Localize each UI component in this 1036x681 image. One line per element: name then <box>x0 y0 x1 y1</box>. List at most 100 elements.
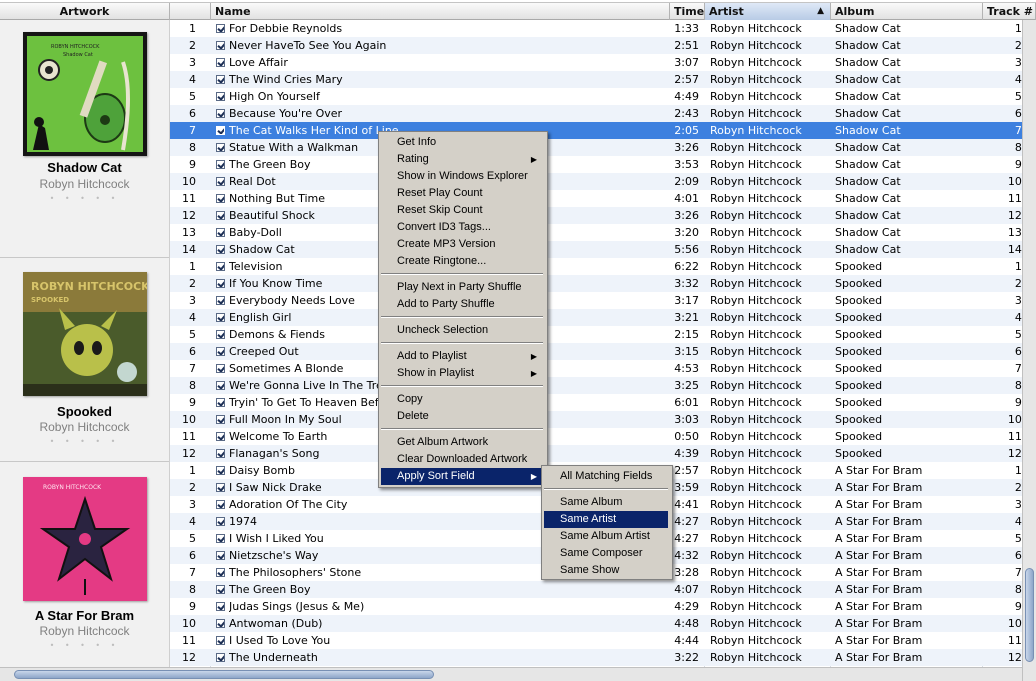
track-checkbox[interactable] <box>216 364 225 373</box>
horizontal-scrollbar-thumb[interactable] <box>14 670 434 679</box>
menu-item-rating[interactable]: Rating ▶ <box>381 151 543 168</box>
track-checkbox[interactable] <box>216 92 225 101</box>
track-checkbox[interactable] <box>216 636 225 645</box>
track-row[interactable]: 8 Statue With a Walkman 3:26 Robyn Hitchcoc… <box>170 139 1036 156</box>
header-artwork[interactable]: Artwork <box>0 3 170 20</box>
track-row[interactable]: 9 Tryin' To Get To Heaven Before 6:01 Robyn… <box>170 394 1036 411</box>
horizontal-scrollbar[interactable] <box>0 667 1022 681</box>
track-checkbox[interactable] <box>216 432 225 441</box>
track-checkbox[interactable] <box>216 143 225 152</box>
track-checkbox[interactable] <box>216 517 225 526</box>
track-checkbox[interactable] <box>216 534 225 543</box>
vertical-scrollbar[interactable] <box>1022 20 1036 681</box>
header-checkbox-column[interactable] <box>170 3 211 20</box>
track-row[interactable]: 3 Everybody Needs Love 3:17 Robyn Hitchcock… <box>170 292 1036 309</box>
track-checkbox[interactable] <box>216 602 225 611</box>
track-row[interactable]: 10 Antwoman (Dub) 4:48 Robyn Hitchcock A Sta… <box>170 615 1036 632</box>
track-row-selected[interactable]: 7 The Cat Walks Her Kind of Line 2:05 Robyn… <box>170 122 1036 139</box>
menu-item-same-album[interactable]: Same Album <box>544 494 668 511</box>
track-checkbox[interactable] <box>216 619 225 628</box>
track-checkbox[interactable] <box>216 211 225 220</box>
album-cover-shadow-cat[interactable]: ROBYN HITCHCOCK Shadow Cat <box>23 32 147 156</box>
menu-item-show-in-windows-explorer[interactable]: Show in Windows Explorer <box>381 168 543 185</box>
track-checkbox[interactable] <box>216 228 225 237</box>
album-group-shadow-cat[interactable]: ROBYN HITCHCOCK Shadow Cat Shadow Cat Ro… <box>0 20 169 258</box>
album-cover-a-star-for-bram[interactable]: ROBYN HITCHCOCK <box>23 477 147 601</box>
track-checkbox[interactable] <box>216 245 225 254</box>
track-row[interactable]: 8 The Green Boy 4:07 Robyn Hitchcock A Star … <box>170 581 1036 598</box>
album-cover-spooked[interactable]: ROBYN HITCHCOCK SPOOKED <box>23 272 147 396</box>
menu-item-add-to-party-shuffle[interactable]: Add to Party Shuffle <box>381 296 543 313</box>
track-row[interactable]: 5 Demons & Fiends 2:15 Robyn Hitchcock Spook… <box>170 326 1036 343</box>
track-checkbox[interactable] <box>216 653 225 662</box>
track-checkbox[interactable] <box>216 24 225 33</box>
track-checkbox[interactable] <box>216 194 225 203</box>
header-track-number[interactable]: Track # <box>983 3 1036 20</box>
track-checkbox[interactable] <box>216 126 225 135</box>
menu-item-all-matching-fields[interactable]: All Matching Fields <box>544 468 668 485</box>
album-rating-dots[interactable]: • • • • • <box>0 437 169 446</box>
track-row[interactable]: 12 The Underneath 3:22 Robyn Hitchcock A Sta… <box>170 649 1036 666</box>
track-row[interactable]: 3 Love Affair 3:07 Robyn Hitchcock Shadow Ca… <box>170 54 1036 71</box>
track-row[interactable]: 11 I Used To Love You 4:44 Robyn Hitchcock A… <box>170 632 1036 649</box>
track-checkbox[interactable] <box>216 551 225 560</box>
track-row[interactable]: 6 Because You're Over 2:43 Robyn Hitchcock S… <box>170 105 1036 122</box>
menu-item-apply-sort-field[interactable]: Apply Sort Field ▶ <box>381 468 543 485</box>
track-checkbox[interactable] <box>216 279 225 288</box>
menu-item-convert-id3-tags[interactable]: Convert ID3 Tags... <box>381 219 543 236</box>
track-checkbox[interactable] <box>216 449 225 458</box>
menu-item-copy[interactable]: Copy <box>381 391 543 408</box>
track-row[interactable]: 2 If You Know Time 3:32 Robyn Hitchcock Spoo… <box>170 275 1036 292</box>
menu-item-delete[interactable]: Delete <box>381 408 543 425</box>
track-row[interactable]: 11 Welcome To Earth 0:50 Robyn Hitchcock Spo… <box>170 428 1036 445</box>
track-checkbox[interactable] <box>216 466 225 475</box>
track-row[interactable]: 5 High On Yourself 4:49 Robyn Hitchcock Shad… <box>170 88 1036 105</box>
track-checkbox[interactable] <box>216 347 225 356</box>
header-time[interactable]: Time <box>670 3 705 20</box>
menu-item-add-to-playlist[interactable]: Add to Playlist ▶ <box>381 348 543 365</box>
track-row[interactable]: 4 The Wind Cries Mary 2:57 Robyn Hitchcock S… <box>170 71 1036 88</box>
track-row[interactable]: 13 Baby-Doll 3:20 Robyn Hitchcock Shadow Cat… <box>170 224 1036 241</box>
album-rating-dots[interactable]: • • • • • <box>0 641 169 650</box>
track-row[interactable]: 2 Never HaveTo See You Again 2:51 Robyn Hit… <box>170 37 1036 54</box>
track-row[interactable]: 1 For Debbie Reynolds 1:33 Robyn Hitchcock S… <box>170 20 1036 37</box>
menu-item-create-ringtone[interactable]: Create Ringtone... <box>381 253 543 270</box>
track-row[interactable]: 12 Flanagan's Song 4:39 Robyn Hitchcock Spoo… <box>170 445 1036 462</box>
menu-item-same-show[interactable]: Same Show <box>544 562 668 579</box>
track-checkbox[interactable] <box>216 41 225 50</box>
menu-item-show-in-playlist[interactable]: Show in Playlist ▶ <box>381 365 543 382</box>
track-checkbox[interactable] <box>216 177 225 186</box>
track-row[interactable]: 10 Full Moon In My Soul 3:03 Robyn Hitchcoc… <box>170 411 1036 428</box>
track-checkbox[interactable] <box>216 58 225 67</box>
track-checkbox[interactable] <box>216 483 225 492</box>
track-row[interactable]: 7 Sometimes A Blonde 4:53 Robyn Hitchcock Sp… <box>170 360 1036 377</box>
track-checkbox[interactable] <box>216 262 225 271</box>
track-checkbox[interactable] <box>216 109 225 118</box>
track-checkbox[interactable] <box>216 585 225 594</box>
track-row[interactable]: 8 We're Gonna Live In The Trees 3:25 Robyn … <box>170 377 1036 394</box>
track-checkbox[interactable] <box>216 500 225 509</box>
menu-item-get-album-artwork[interactable]: Get Album Artwork <box>381 434 543 451</box>
track-checkbox[interactable] <box>216 398 225 407</box>
track-row[interactable]: 12 Beautiful Shock 3:26 Robyn Hitchcock Shad… <box>170 207 1036 224</box>
track-row[interactable]: 11 Nothing But Time 4:01 Robyn Hitchcock Sha… <box>170 190 1036 207</box>
track-checkbox[interactable] <box>216 415 225 424</box>
album-rating-dots[interactable]: • • • • • <box>0 194 169 203</box>
track-row[interactable]: 1Television6:22Robyn HitchcockSpooked1 o… <box>170 258 1036 275</box>
menu-item-uncheck-selection[interactable]: Uncheck Selection <box>381 322 543 339</box>
track-row[interactable]: 10 Real Dot 2:09 Robyn Hitchcock Shadow Cat 1… <box>170 173 1036 190</box>
vertical-scrollbar-thumb[interactable] <box>1025 568 1034 662</box>
menu-item-same-composer[interactable]: Same Composer <box>544 545 668 562</box>
header-name[interactable]: Name <box>211 3 670 20</box>
menu-item-same-album-artist[interactable]: Same Album Artist <box>544 528 668 545</box>
track-row[interactable]: 9 The Green Boy 3:53 Robyn Hitchcock Shadow … <box>170 156 1036 173</box>
track-checkbox[interactable] <box>216 296 225 305</box>
album-group-spooked[interactable]: ROBYN HITCHCOCK SPOOKED Spooked Robyn Hi… <box>0 258 169 462</box>
track-row[interactable]: 9 Judas Sings (Jesus & Me) 4:29 Robyn Hitch… <box>170 598 1036 615</box>
track-row[interactable]: 4 English Girl 3:21 Robyn Hitchcock Spooked 4… <box>170 309 1036 326</box>
menu-item-reset-play-count[interactable]: Reset Play Count <box>381 185 543 202</box>
album-group-a-star-for-bram[interactable]: ROBYN HITCHCOCK A Star For Bram Robyn Hi… <box>0 462 169 667</box>
header-album[interactable]: Album <box>831 3 983 20</box>
track-row[interactable]: 14 Shadow Cat 5:56 Robyn Hitchcock Shadow Ca… <box>170 241 1036 258</box>
menu-item-play-next-in-party-shuffle[interactable]: Play Next in Party Shuffle <box>381 279 543 296</box>
